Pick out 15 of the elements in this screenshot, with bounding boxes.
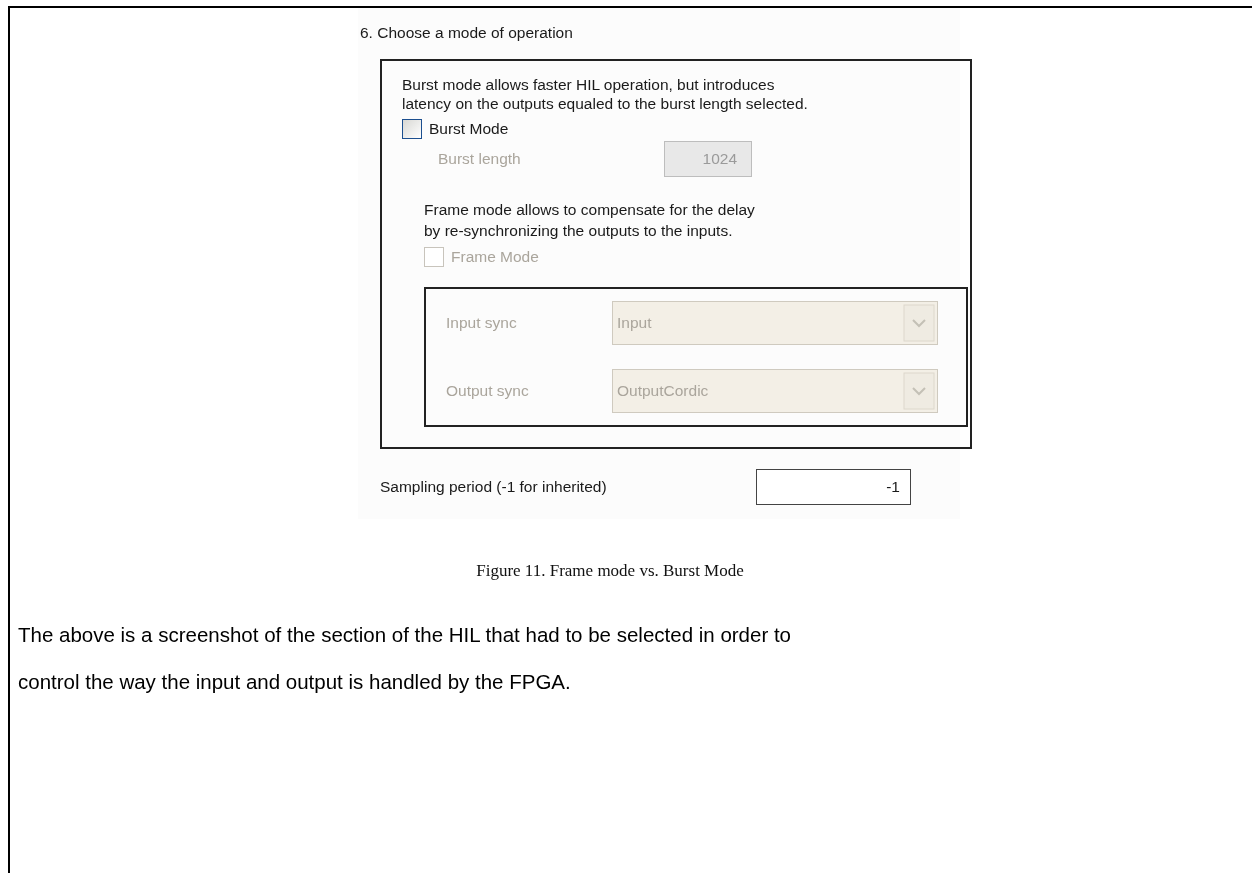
- chevron-down-icon: [903, 304, 935, 342]
- sync-label: Input sync: [446, 314, 518, 332]
- sampling-label: Sampling period (-1 for inherited): [380, 478, 608, 496]
- body-paragraph: The above is a screenshot of the section of the HIL that had to be selected in order to control the way the input and output is handled by the FPGA.: [18, 622, 793, 695]
- frame-description: Frame mode allows to compensate for the delay by re-synchronizing the outputs to the inputs.: [424, 200, 756, 241]
- checkbox-label: Burst Mode: [429, 120, 509, 138]
- chevron-down-icon: [903, 372, 935, 410]
- section-title: 6. Choose a mode of operation: [360, 24, 574, 42]
- sampling-field[interactable]: -1: [756, 469, 911, 505]
- checkbox-label: Frame Mode: [451, 248, 539, 266]
- burst-description: Burst mode allows faster HIL operation, but introduces latency on the outputs equaled to the burst length selected.: [402, 75, 809, 113]
- figure-caption: Figure 11. Frame mode vs. Burst Mode: [475, 561, 745, 581]
- checkbox[interactable]: [402, 119, 422, 139]
- burst-length-label: Burst length: [438, 150, 522, 168]
- sync-label: Output sync: [446, 382, 530, 400]
